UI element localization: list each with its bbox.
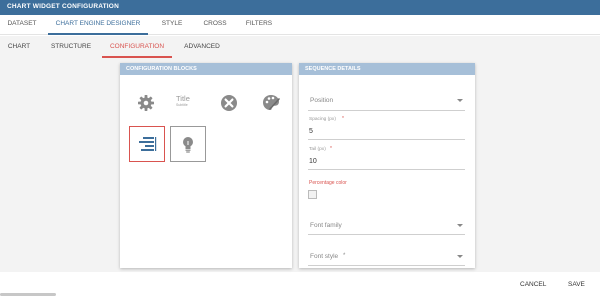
window-title: CHART WIDGET CONFIGURATION [7,3,119,10]
lightbulb-icon [183,137,193,153]
title-subtitle-icon[interactable]: Title Subtitle [176,95,200,109]
window-title-bar: CHART WIDGET CONFIGURATION [0,0,600,15]
sequence-details-header: SEQUENCE DETAILS [299,63,475,75]
tail-required-mark: * [330,146,332,152]
configuration-blocks-panel: CONFIGURATION BLOCKS Title Subtitle [120,63,292,268]
font-style-select-placeholder: Font style [310,253,339,260]
sequence-icon [139,137,157,151]
cancel-button[interactable]: CANCEL [520,281,546,288]
tail-label: Tail (px) [309,147,326,152]
position-select-placeholder: Position [310,97,334,104]
palette-icon[interactable] [261,93,281,113]
position-select[interactable] [308,110,465,111]
tab-chart[interactable]: CHART [2,36,36,58]
sequence-details-panel: SEQUENCE DETAILS [299,63,475,268]
tab-cross[interactable]: CROSS [197,15,233,35]
tab-chart-engine-designer[interactable]: CHART ENGINE DESIGNER [48,15,148,35]
main-tab-bar: DATASET CHART ENGINE DESIGNER STYLE CROS… [0,15,600,35]
font-style-chevron-down-icon[interactable] [457,255,463,258]
font-style-select[interactable] [308,265,465,266]
subtitle-icon-text: Subtitle [176,103,188,107]
configuration-blocks-header: CONFIGURATION BLOCKS [120,63,292,75]
tab-dataset[interactable]: DATASET [0,15,44,35]
gear-icon[interactable] [136,93,156,113]
tab-configuration[interactable]: CONFIGURATION [102,36,172,58]
tab-advanced[interactable]: ADVANCED [178,36,226,58]
sub-tab-bar: CHART STRUCTURE CONFIGURATION ADVANCED [0,36,600,58]
tab-structure[interactable]: STRUCTURE [46,36,96,58]
percentage-color-picker[interactable] [308,190,317,199]
tail-input[interactable]: 10 [309,158,317,165]
sequence-block-card[interactable] [129,126,165,162]
title-icon-text: Title [176,94,190,103]
tab-filters[interactable]: FILTERS [240,15,278,35]
position-chevron-down-icon[interactable] [457,99,463,102]
font-style-required-mark: * [343,253,346,259]
close-circle-icon[interactable] [219,93,239,113]
lightbulb-block-card[interactable] [170,126,206,162]
spacing-input[interactable]: 5 [309,128,313,135]
save-button[interactable]: SAVE [568,281,585,288]
percentage-color-label: Percentage color [309,180,347,186]
spacing-required-mark: * [342,116,344,122]
tab-style[interactable]: STYLE [155,15,189,35]
font-family-chevron-down-icon[interactable] [457,224,463,227]
spacing-input-underline [308,139,465,140]
font-family-select[interactable] [308,234,465,235]
font-family-select-placeholder: Font family [310,222,342,229]
spacing-label: Spacing (px) [309,117,336,122]
tail-input-underline [308,169,465,170]
